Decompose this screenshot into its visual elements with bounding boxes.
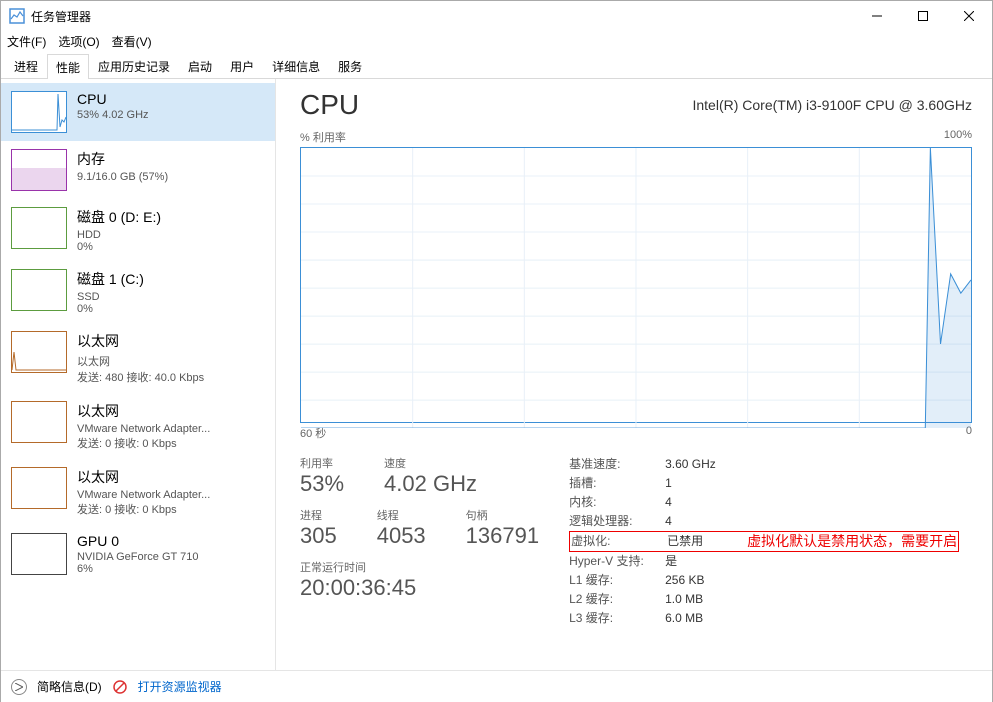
uptime-value: 20:00:36:45	[300, 575, 539, 601]
fewer-details-button[interactable]: 简略信息(D)	[37, 678, 102, 695]
sockets-value: 1	[665, 474, 725, 493]
util-label: 利用率	[300, 455, 344, 471]
sidebar-item-ethernet1[interactable]: 以太网VMware Network Adapter...发送: 0 接收: 0 …	[1, 393, 275, 459]
resmon-icon	[112, 679, 128, 695]
menu-options[interactable]: 选项(O)	[58, 33, 99, 50]
ethernet-thumb-icon	[11, 467, 67, 509]
memory-thumb-icon	[11, 149, 67, 191]
page-title: CPU	[300, 89, 359, 121]
utilization-chart[interactable]	[300, 147, 972, 423]
ethernet-thumb-icon	[11, 331, 67, 373]
sidebar-item-label: 磁盘 0 (D: E:)	[77, 207, 161, 227]
footer-bar: 简略信息(D) 打开资源监视器	[1, 670, 992, 702]
main-panel: CPU Intel(R) Core(TM) i3-9100F CPU @ 3.6…	[276, 79, 992, 679]
virtualization-value: 已禁用	[667, 532, 727, 551]
sidebar-item-ethernet0[interactable]: 以太网以太网发送: 480 接收: 40.0 Kbps	[1, 323, 275, 393]
speed-value: 4.02 GHz	[384, 471, 477, 497]
tab-startup[interactable]: 启动	[179, 53, 221, 78]
handles-label: 句柄	[466, 507, 539, 523]
disk-thumb-icon	[11, 269, 67, 311]
minimize-button[interactable]	[854, 1, 900, 31]
sidebar-item-label: 以太网	[77, 401, 210, 421]
hyperv-value: 是	[665, 552, 725, 571]
uptime-label: 正常运行时间	[300, 559, 539, 575]
sidebar-item-label: 以太网	[77, 331, 204, 351]
menu-view[interactable]: 查看(V)	[112, 33, 152, 50]
util-value: 53%	[300, 471, 344, 497]
l3-cache: 6.0 MB	[665, 609, 725, 628]
tab-details[interactable]: 详细信息	[263, 53, 329, 78]
sidebar-item-label: CPU	[77, 91, 149, 107]
tab-users[interactable]: 用户	[221, 53, 263, 78]
tab-bar: 进程 性能 应用历史记录 启动 用户 详细信息 服务	[1, 53, 992, 79]
cpu-model-name: Intel(R) Core(TM) i3-9100F CPU @ 3.60GHz	[692, 97, 972, 113]
sidebar-item-ethernet2[interactable]: 以太网VMware Network Adapter...发送: 0 接收: 0 …	[1, 459, 275, 525]
ethernet-thumb-icon	[11, 401, 67, 443]
cpu-spec-table: 基准速度:3.60 GHz 插槽:1 内核:4 逻辑处理器:4 虚拟化:已禁用虚…	[569, 455, 959, 628]
cpu-thumb-icon	[11, 91, 67, 133]
open-resource-monitor-link[interactable]: 打开资源监视器	[138, 678, 222, 695]
l1-cache: 256 KB	[665, 571, 725, 590]
menu-file[interactable]: 文件(F)	[7, 33, 46, 50]
sidebar-item-label: 以太网	[77, 467, 210, 487]
annotation-text: 虚拟化默认是禁用状态，需要开启	[747, 532, 957, 551]
tab-history[interactable]: 应用历史记录	[89, 53, 179, 78]
handles-value: 136791	[466, 523, 539, 549]
sidebar-item-label: 磁盘 1 (C:)	[77, 269, 144, 289]
chart-y-max: 100%	[944, 129, 972, 145]
sidebar-item-disk1[interactable]: 磁盘 1 (C:)SSD0%	[1, 261, 275, 323]
sidebar-item-cpu[interactable]: CPU53% 4.02 GHz	[1, 83, 275, 141]
tab-processes[interactable]: 进程	[5, 53, 47, 78]
threads-value: 4053	[377, 523, 426, 549]
sidebar-item-gpu0[interactable]: GPU 0NVIDIA GeForce GT 7106%	[1, 525, 275, 583]
collapse-icon[interactable]	[11, 679, 27, 695]
logical-processors-value: 4	[665, 512, 725, 531]
close-button[interactable]	[946, 1, 992, 31]
sidebar-item-label: 内存	[77, 149, 168, 169]
processes-label: 进程	[300, 507, 337, 523]
app-icon	[9, 8, 25, 24]
processes-value: 305	[300, 523, 337, 549]
titlebar: 任务管理器	[1, 1, 992, 31]
l2-cache: 1.0 MB	[665, 590, 725, 609]
cores-value: 4	[665, 493, 725, 512]
performance-sidebar: CPU53% 4.02 GHz 内存9.1/16.0 GB (57%) 磁盘 0…	[1, 79, 276, 679]
chart-y-label: % 利用率	[300, 129, 346, 145]
tab-performance[interactable]: 性能	[47, 54, 89, 79]
speed-label: 速度	[384, 455, 477, 471]
tab-services[interactable]: 服务	[329, 53, 371, 78]
menu-bar: 文件(F) 选项(O) 查看(V)	[1, 31, 992, 51]
sidebar-item-label: GPU 0	[77, 533, 198, 549]
base-speed: 3.60 GHz	[665, 455, 725, 474]
gpu-thumb-icon	[11, 533, 67, 575]
threads-label: 线程	[377, 507, 426, 523]
sidebar-item-memory[interactable]: 内存9.1/16.0 GB (57%)	[1, 141, 275, 199]
sidebar-item-disk0[interactable]: 磁盘 0 (D: E:)HDD0%	[1, 199, 275, 261]
disk-thumb-icon	[11, 207, 67, 249]
maximize-button[interactable]	[900, 1, 946, 31]
window-title: 任务管理器	[31, 8, 854, 25]
virtualization-row: 虚拟化:已禁用虚拟化默认是禁用状态，需要开启	[569, 531, 959, 552]
